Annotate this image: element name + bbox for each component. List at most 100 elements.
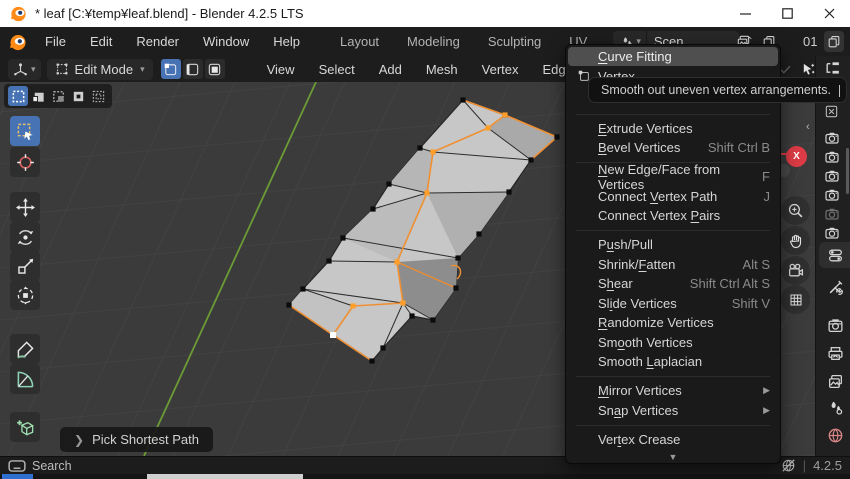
menu-separator [566,158,780,168]
text-cursor [839,85,840,97]
menu-item-label: Push/Pull [598,237,653,252]
blender-window: * leaf [C:¥temp¥leaf.blend] - Blender 4.… [0,0,850,479]
menu-window[interactable]: Window [191,34,261,49]
ortho-toggle-button[interactable] [781,285,810,314]
properties-tab-render[interactable] [819,312,850,338]
editor-type-button[interactable]: ▾ [8,59,41,80]
menu-item-shortcut: J [764,189,771,204]
select-box-tool-button[interactable] [10,116,40,146]
menu-item-shrink-fatten[interactable]: Shrink/FattenAlt S [566,255,780,275]
properties-tab-tool[interactable] [819,274,850,300]
menu-item-connect-vertex-pairs[interactable]: Connect Vertex Pairs [566,206,780,226]
maximize-button[interactable] [766,0,808,27]
viewport-menu-view[interactable]: View [255,62,307,77]
scale-tool-button[interactable] [10,251,40,281]
x-axis-ball[interactable]: X [786,146,807,167]
camera-icon [787,262,804,279]
select-intersect-button[interactable] [88,86,108,106]
workspace-tab-sculpting[interactable]: Sculpting [474,34,555,49]
annotate-tool-button[interactable] [10,334,40,364]
outliner-camera-icon[interactable] [824,206,840,222]
cursor-tool-button[interactable] [10,147,40,177]
edge-select-button[interactable] [183,59,203,79]
select-set-button[interactable] [8,86,28,106]
properties-tab-properties[interactable] [819,242,850,268]
workspace-tab-layout[interactable]: Layout [326,34,393,49]
properties-tab-scene[interactable] [819,394,850,420]
exclude-box-icon[interactable] [824,104,839,119]
workspace-tab-modeling[interactable]: Modeling [393,34,474,49]
menu-item-bevel-vertices[interactable]: Bevel VerticesShift Ctrl B [566,138,780,158]
menu-item-randomize-vertices[interactable]: Randomize Vertices [566,313,780,333]
select-subtract-button[interactable] [48,86,68,106]
menu-item-mirror-vertices[interactable]: Mirror Vertices▶ [566,381,780,401]
menu-file[interactable]: File [33,34,78,49]
mode-dropdown[interactable]: Edit Mode ▾ [47,59,153,80]
pan-button[interactable] [781,226,810,255]
properties-tab-world[interactable] [819,422,850,448]
close-button[interactable] [808,0,850,27]
menu-item-new-edge-face-from-vertices[interactable]: New Edge/Face from VerticesF [566,167,780,187]
add-cube-tool-button[interactable] [10,412,40,442]
menu-item-curve-fitting[interactable]: Curve Fitting [568,47,778,66]
menu-item-vertex-crease[interactable]: Vertex Crease [566,430,780,450]
outliner-camera-icon[interactable] [824,168,840,184]
minimize-button[interactable] [724,0,766,27]
tooltip: Smooth out uneven vertex arrangements. [588,77,847,103]
outliner-scrollbar[interactable] [846,148,849,194]
viewport-menu-mesh[interactable]: Mesh [414,62,470,77]
outliner-camera-icon[interactable] [824,187,840,203]
search-hint-label: Search [32,459,72,473]
menu-edit[interactable]: Edit [78,34,124,49]
properties-tab-view-layer[interactable] [819,368,850,394]
outliner-camera-icon[interactable] [824,225,840,241]
blender-logo-icon[interactable] [9,33,27,51]
viewport-menu-select[interactable]: Select [307,62,367,77]
right-panel [815,56,850,456]
menu-item-shortcut: Alt S [743,257,770,272]
menu-item-smooth-laplacian[interactable]: Smooth Laplacian [566,352,780,372]
submenu-arrow-icon: ▶ [763,385,770,396]
move-tool-button[interactable] [10,192,40,222]
menu-separator [566,226,780,236]
hand-icon [788,233,804,249]
menu-item-label: Vertex Crease [598,432,680,447]
menu-item-smooth-vertices[interactable]: Smooth Vertices [566,333,780,353]
outliner-camera-icon[interactable] [824,149,840,165]
menu-item-shear[interactable]: ShearShift Ctrl Alt S [566,274,780,294]
menu-item-label: Smooth Vertices [598,335,693,350]
select-invert-button[interactable] [68,86,88,106]
outliner-editor-icon[interactable] [824,60,841,77]
menu-item-push-pull[interactable]: Push/Pull [566,235,780,255]
menu-render[interactable]: Render [124,34,191,49]
viewport-menu-vertex[interactable]: Vertex [470,62,531,77]
menu-help[interactable]: Help [261,34,312,49]
menu-item-shortcut: Shift Ctrl B [708,140,770,155]
zoom-button[interactable] [781,196,810,225]
outliner-camera-icon[interactable] [824,130,840,146]
camera-view-button[interactable] [781,256,810,285]
vertex-select-button[interactable] [161,59,181,79]
taskbar-sliver [0,474,850,479]
view-layer-name: 01 [803,34,817,49]
properties-tab-output[interactable] [819,340,850,366]
menu-separator [566,109,780,119]
menu-item-extrude-vertices[interactable]: Extrude Vertices [566,119,780,139]
chevron-right-icon: ❯ [74,433,84,447]
measure-tool-button[interactable] [10,364,40,394]
copy-view-layer-button[interactable] [824,31,844,52]
viewport-menu-add[interactable]: Add [367,62,414,77]
submenu-arrow-icon: ▶ [763,405,770,416]
rotate-tool-button[interactable] [10,222,40,252]
cursor-sparkle-icon[interactable] [801,62,816,77]
menu-scroll-down-arrow[interactable]: ▼ [566,449,780,464]
menu-item-label: Shear [598,276,633,291]
transform-tool-button[interactable] [10,280,40,310]
tooltip-text: Smooth out uneven vertex arrangements. [601,83,831,97]
select-extend-button[interactable] [28,86,48,106]
main-menus: FileEditRenderWindowHelp [33,34,312,49]
face-select-button[interactable] [205,59,225,79]
menu-item-slide-vertices[interactable]: Slide VerticesShift V [566,294,780,314]
menu-item-snap-vertices[interactable]: Snap Vertices▶ [566,401,780,421]
sidebar-collapse-arrow[interactable]: ‹ [806,121,810,133]
